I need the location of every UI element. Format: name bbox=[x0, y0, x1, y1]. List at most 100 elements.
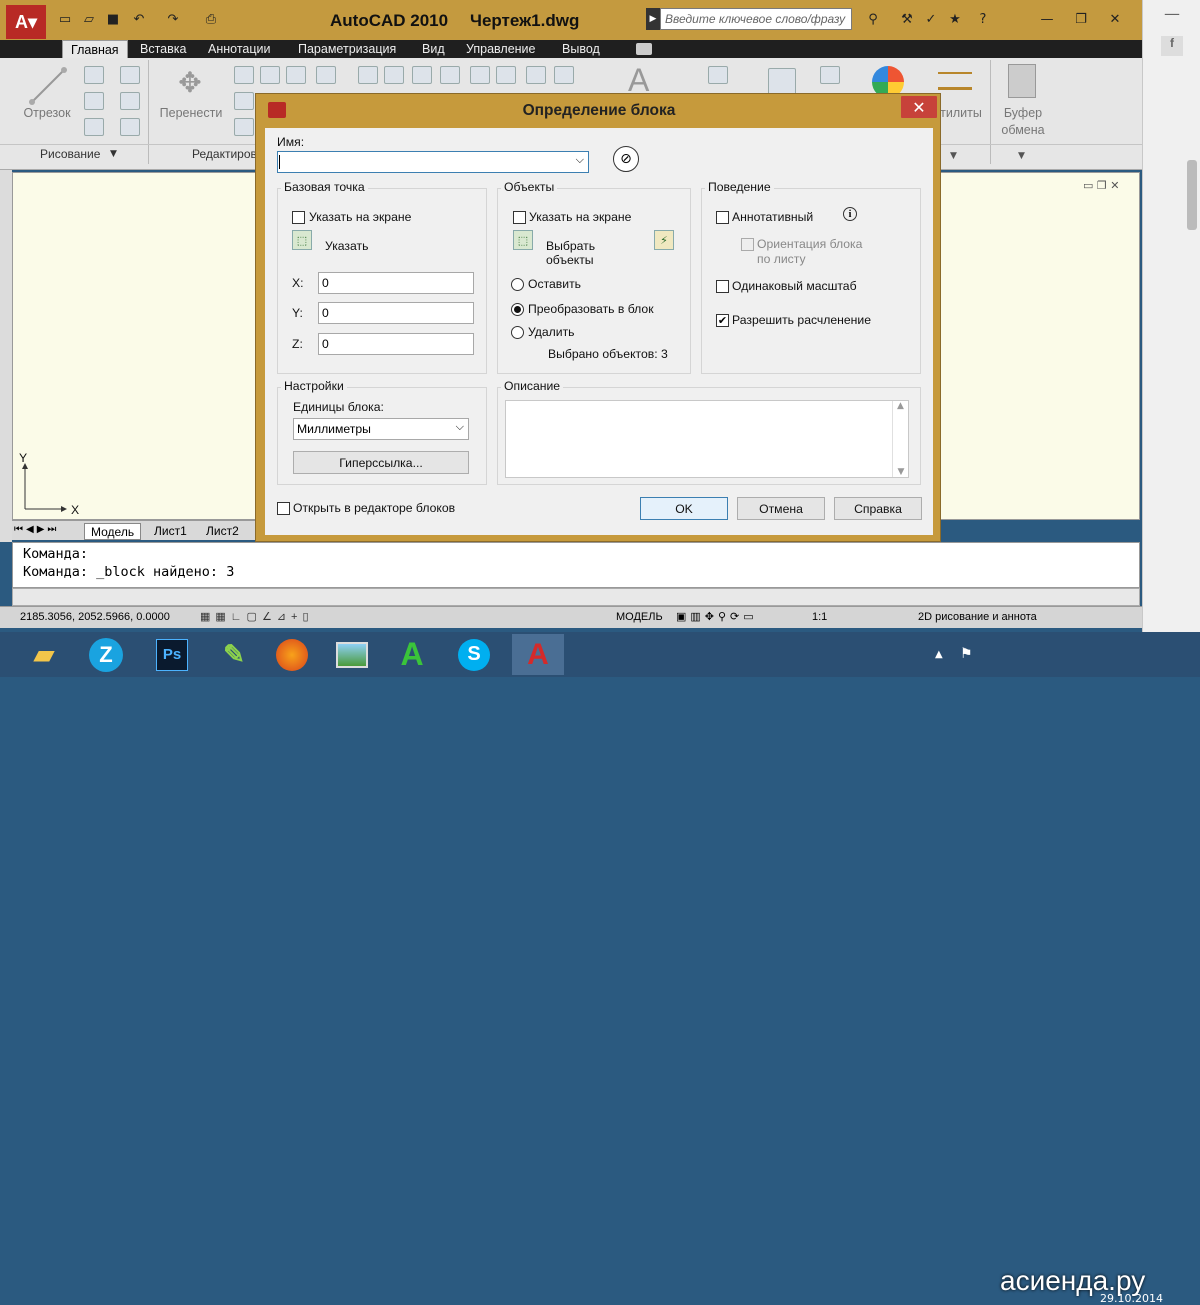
select-objects-icon[interactable]: ⬚ bbox=[513, 230, 533, 250]
image-viewer-icon[interactable] bbox=[326, 634, 378, 675]
annotation-scale[interactable]: 1:1 bbox=[812, 611, 827, 623]
allow-exploding-label[interactable]: Разрешить расчленение bbox=[732, 313, 871, 327]
line-tool-label[interactable]: Отрезок bbox=[14, 106, 80, 120]
scroll-down-icon[interactable]: ▼ bbox=[893, 467, 909, 477]
objects-specify-on-screen-checkbox[interactable] bbox=[513, 211, 526, 224]
chevron-down-icon[interactable]: ⌵ bbox=[576, 154, 584, 167]
autocad-logo-icon[interactable]: A▾ bbox=[6, 5, 46, 39]
base-specify-on-screen-checkbox[interactable] bbox=[292, 211, 305, 224]
modify-panel-title[interactable]: Редактиров bbox=[192, 147, 257, 165]
layer-off-icon[interactable] bbox=[526, 66, 546, 84]
skype-icon[interactable]: S bbox=[448, 634, 500, 675]
tab-insert[interactable]: Вставка bbox=[132, 40, 194, 58]
draw-panel-dropdown-icon[interactable]: ▼ bbox=[110, 149, 117, 159]
communication-icon[interactable]: ✓ bbox=[920, 9, 942, 29]
hyperlink-button[interactable]: Гиперссылка... bbox=[293, 451, 469, 474]
chevron-down-icon[interactable]: ⌵ bbox=[456, 421, 464, 434]
measure-icon[interactable] bbox=[938, 72, 972, 90]
layer-walk-icon[interactable] bbox=[496, 66, 516, 84]
drawing-window-controls-icon[interactable]: ▭ ❐ ✕ bbox=[1083, 179, 1119, 192]
tray-date[interactable]: 29.10.2014 bbox=[1100, 1292, 1163, 1305]
arc-icon[interactable] bbox=[120, 66, 140, 84]
annotative-label[interactable]: Аннотативный bbox=[732, 210, 813, 224]
utilities-label[interactable]: тилиты bbox=[936, 106, 986, 120]
tray-arrow-icon[interactable]: ▲ bbox=[935, 649, 943, 660]
binoculars-icon[interactable]: ⚲ bbox=[862, 9, 884, 29]
line-tool-icon[interactable] bbox=[28, 66, 68, 106]
utilities-dropdown-icon[interactable]: ▼ bbox=[950, 151, 957, 161]
select-objects-label-1[interactable]: Выбрать bbox=[546, 239, 595, 253]
draw-panel-title[interactable]: Рисование bbox=[40, 147, 100, 165]
ribbon-minimize-icon[interactable] bbox=[636, 43, 652, 55]
delete-label[interactable]: Удалить bbox=[528, 325, 575, 339]
objects-specify-on-screen-label[interactable]: Указать на экране bbox=[529, 210, 631, 224]
redo-icon[interactable]: ↷ bbox=[162, 9, 184, 29]
info-icon[interactable]: i bbox=[843, 207, 857, 221]
hatch-icon[interactable] bbox=[120, 118, 140, 136]
firefox-icon[interactable] bbox=[266, 634, 318, 675]
delete-radio[interactable] bbox=[511, 326, 524, 339]
description-scrollbar[interactable]: ▲ ▼ bbox=[892, 401, 908, 477]
allow-exploding-checkbox[interactable]: ✔ bbox=[716, 314, 729, 327]
block-name-combobox[interactable]: ⌵ bbox=[277, 151, 589, 173]
layer-match-icon[interactable] bbox=[470, 66, 490, 84]
open-in-block-editor-checkbox[interactable] bbox=[277, 502, 290, 515]
trim-icon[interactable] bbox=[286, 66, 306, 84]
uniform-scale-label[interactable]: Одинаковый масштаб bbox=[732, 279, 857, 293]
polyline-icon[interactable] bbox=[84, 66, 104, 84]
retain-radio[interactable] bbox=[511, 278, 524, 291]
notepad-plus-icon[interactable]: ✎ bbox=[208, 634, 260, 675]
tab-view[interactable]: Вид bbox=[414, 40, 453, 58]
rotate-icon[interactable] bbox=[260, 66, 280, 84]
pick-point-label[interactable]: Указать bbox=[325, 239, 368, 253]
select-objects-label-2[interactable]: объекты bbox=[546, 253, 594, 267]
search-input[interactable]: Введите ключевое слово/фразу bbox=[660, 8, 852, 30]
view-tools-icon[interactable]: ▣▥✥⚲⟳▭ bbox=[676, 610, 758, 623]
minimize-icon[interactable]: — bbox=[1147, 4, 1197, 26]
layer-freeze-icon[interactable] bbox=[412, 66, 432, 84]
coordinates-readout[interactable]: 2185.3056, 2052.5966, 0.0000 bbox=[20, 611, 170, 623]
help-icon[interactable]: ? bbox=[972, 9, 994, 29]
orient-to-layout-checkbox[interactable] bbox=[741, 238, 754, 251]
workspace-switch[interactable]: 2D рисование и аннота bbox=[918, 611, 1037, 623]
model-space-label[interactable]: МОДЕЛЬ bbox=[616, 611, 663, 623]
file-explorer-icon[interactable]: ▰ bbox=[18, 634, 70, 675]
tab-manage[interactable]: Управление bbox=[458, 40, 544, 58]
block-units-select[interactable]: Миллиметры ⌵ bbox=[293, 418, 469, 440]
tab-home[interactable]: Главная bbox=[62, 40, 128, 58]
retain-label[interactable]: Оставить bbox=[528, 277, 581, 291]
pick-point-icon[interactable]: ⬚ bbox=[292, 230, 312, 250]
facebook-icon[interactable]: f bbox=[1161, 36, 1183, 56]
help-button[interactable]: Справка bbox=[834, 497, 922, 520]
tab-parametric[interactable]: Параметризация bbox=[290, 40, 404, 58]
clipboard-dropdown-icon[interactable]: ▼ bbox=[1018, 151, 1025, 161]
wrench-icon[interactable]: ⚒ bbox=[896, 9, 918, 29]
scroll-up-icon[interactable]: ▲ bbox=[893, 401, 908, 411]
stretch-icon[interactable] bbox=[234, 118, 254, 136]
quick-select-icon[interactable]: ⚡ bbox=[654, 230, 674, 250]
rectangle-icon[interactable] bbox=[120, 92, 140, 110]
copy-icon[interactable] bbox=[234, 66, 254, 84]
new-file-icon[interactable]: ▭ bbox=[54, 9, 76, 29]
description-textarea[interactable]: ▲ ▼ bbox=[505, 400, 909, 478]
tab-layout1[interactable]: Лист1 bbox=[148, 523, 193, 540]
annotative-checkbox[interactable] bbox=[716, 211, 729, 224]
layer-state-icon[interactable] bbox=[384, 66, 404, 84]
tab-layout2[interactable]: Лист2 bbox=[200, 523, 245, 540]
ellipse-icon[interactable] bbox=[84, 118, 104, 136]
z-coordinate-input[interactable]: 0 bbox=[318, 333, 474, 355]
drafting-toggles-icon[interactable]: ▦▦∟▢∠⊿+▯ bbox=[200, 610, 314, 623]
open-in-block-editor-label[interactable]: Открыть в редакторе блоков bbox=[293, 501, 455, 515]
command-input[interactable] bbox=[12, 588, 1140, 606]
uniform-scale-checkbox[interactable] bbox=[716, 280, 729, 293]
scrollbar-thumb[interactable] bbox=[1187, 160, 1197, 230]
archicad-icon[interactable]: A bbox=[386, 634, 438, 675]
tab-nav-arrows-icon[interactable]: ⏮◀▶⏭ bbox=[14, 524, 59, 535]
base-specify-on-screen-label[interactable]: Указать на экране bbox=[309, 210, 411, 224]
layer-lock-icon[interactable] bbox=[440, 66, 460, 84]
mirror-icon[interactable] bbox=[234, 92, 254, 110]
window-minimize-icon[interactable]: — bbox=[1036, 9, 1058, 29]
array-icon[interactable] bbox=[316, 66, 336, 84]
window-restore-icon[interactable]: ❐ bbox=[1070, 9, 1092, 29]
x-coordinate-input[interactable]: 0 bbox=[318, 272, 474, 294]
